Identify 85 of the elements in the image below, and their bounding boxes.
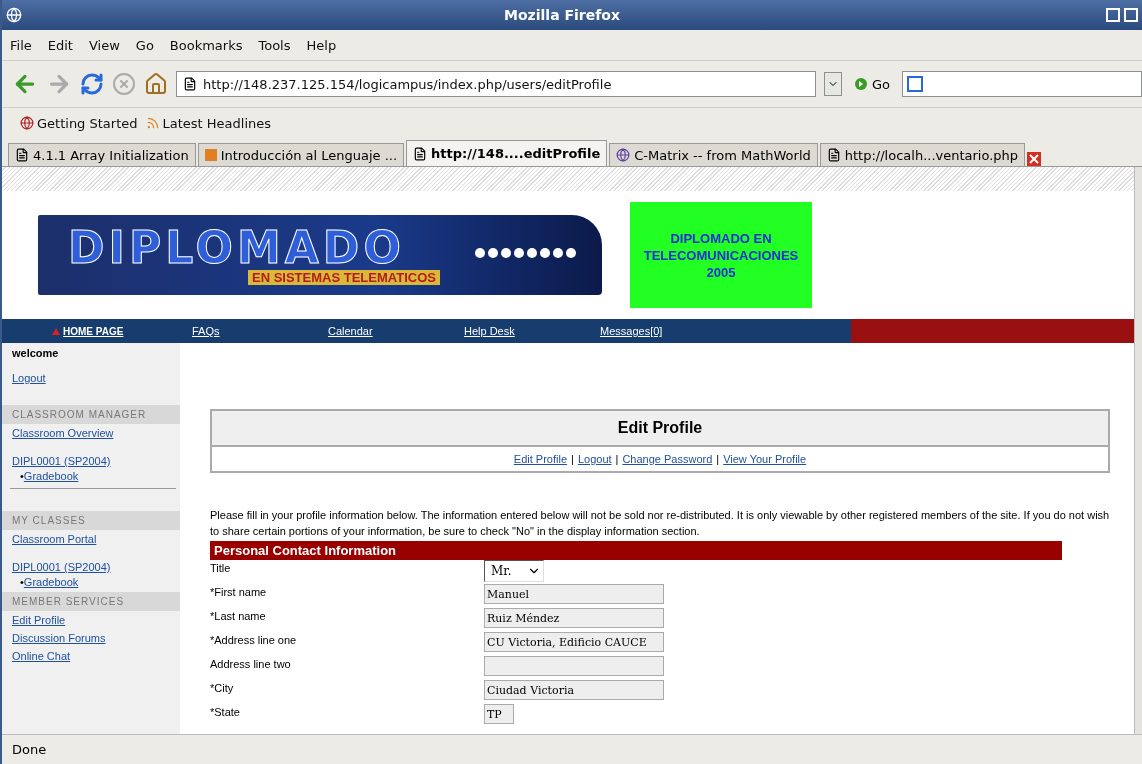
- sidebar-link[interactable]: Edit Profile: [2, 611, 76, 629]
- field-label: *Address line one: [210, 633, 298, 646]
- bullet-mark: •: [20, 470, 24, 482]
- intro-text: Please fill in your profile information below. The information entered below will not be sold nor re-distributed. It is only viewable by other registered members of the site. If you do not wish to share certain portions of your information, be sure to check "No" in the display information section.: [210, 508, 1110, 539]
- history-dropdown[interactable]: [824, 72, 842, 96]
- menu-item[interactable]: File: [10, 37, 32, 53]
- field-label: *Last name: [210, 609, 267, 622]
- close-tab-icon[interactable]: [1027, 152, 1042, 166]
- sidebar-link[interactable]: Classroom Overview: [2, 424, 124, 442]
- sidebar-link[interactable]: Gradebook: [23, 470, 79, 482]
- rss-icon: [145, 116, 160, 130]
- sidebar-link[interactable]: DIPL0001 (SP2004): [2, 452, 121, 470]
- nav-link[interactable]: HOME PAGE: [52, 325, 192, 337]
- sidebar-link[interactable]: Discussion Forums: [2, 629, 116, 647]
- section-heading: MY CLASSES: [2, 511, 180, 530]
- sidebar-link[interactable]: DIPL0001 (SP2004): [2, 558, 121, 576]
- text-field[interactable]: Ruiz Méndez: [484, 608, 664, 628]
- globe-icon: [20, 116, 34, 130]
- window-title: Mozilla Firefox: [503, 7, 621, 23]
- title-dropdown[interactable]: Mr.: [484, 560, 544, 582]
- profile-link[interactable]: Change Password: [622, 453, 713, 465]
- menu-item[interactable]: Edit: [47, 37, 73, 53]
- logout-link[interactable]: Logout: [2, 369, 56, 387]
- field-label: Address line two: [210, 657, 292, 670]
- play-icon: [854, 77, 868, 91]
- nav-link[interactable]: Calendar: [328, 325, 464, 337]
- status-text: Done: [12, 742, 47, 757]
- section-header: Personal Contact Information: [210, 541, 1062, 560]
- menu-item[interactable]: Tools: [258, 37, 291, 53]
- field-label: *State: [210, 705, 241, 718]
- sidebar-link[interactable]: Gradebook: [23, 576, 79, 588]
- menu-item[interactable]: Help: [306, 37, 337, 53]
- nav-link[interactable]: FAQs: [192, 325, 328, 337]
- browser-tab[interactable]: 4.1.1 Array Initialization: [8, 143, 196, 166]
- globe-icon: [616, 148, 631, 162]
- sidebar-link[interactable]: Classroom Portal: [2, 530, 107, 548]
- nav-link[interactable]: Help Desk: [464, 325, 600, 337]
- bullet-mark: •: [20, 576, 24, 588]
- profile-link[interactable]: View Your Profile: [723, 453, 807, 465]
- favicon-icon: [204, 149, 217, 161]
- site-logo: DIPLOMADO EN SISTEMAS TELEMATICOS: [38, 215, 602, 295]
- stop-icon[interactable]: [112, 72, 136, 96]
- text-field[interactable]: CU Victoria, Edificio CAUCE: [484, 632, 664, 652]
- profile-link[interactable]: Edit Profile: [513, 453, 568, 465]
- link-separator: |: [615, 453, 619, 465]
- nav-link[interactable]: Messages[0]: [600, 325, 736, 337]
- field-label: *City: [210, 681, 235, 694]
- scrollbar[interactable]: [1134, 167, 1142, 734]
- section-heading: CLASSROOM MANAGER: [2, 405, 180, 424]
- field-label: *First name: [210, 585, 268, 598]
- link-separator: |: [716, 453, 720, 465]
- page-icon: [15, 148, 29, 162]
- address-field[interactable]: http://148.237.125.154/logicampus/index.php/users/editProfile: [176, 71, 816, 97]
- browser-tab[interactable]: C-Matrix -- from MathWorld: [609, 143, 818, 166]
- text-field[interactable]: Ciudad Victoria: [484, 680, 664, 700]
- text-field[interactable]: Manuel: [484, 584, 664, 604]
- page-icon: [183, 77, 197, 91]
- browser-tab[interactable]: http://localh...ventario.php: [819, 143, 1026, 166]
- page-icon: [826, 148, 841, 162]
- text-field[interactable]: [484, 656, 664, 676]
- minimize-button[interactable]: [1106, 8, 1120, 22]
- text-field[interactable]: TP: [484, 704, 514, 724]
- menu-item[interactable]: Go: [135, 37, 154, 53]
- browser-tab[interactable]: http://148....editProfile: [406, 140, 608, 166]
- home-icon[interactable]: [144, 72, 168, 96]
- search-engine-icon: [907, 76, 924, 92]
- welcome-text: welcome: [11, 346, 60, 361]
- maximize-button[interactable]: [1124, 8, 1138, 22]
- go-button[interactable]: Go: [850, 76, 895, 92]
- section-heading: MEMBER SERVICES: [2, 592, 180, 611]
- field-label: Title: [210, 561, 232, 574]
- promo-banner: DIPLOMADO EN TELECOMUNICACIONES 2005: [630, 202, 812, 308]
- browser-tab[interactable]: Introducción al Lenguaje ...: [197, 143, 405, 166]
- menu-item[interactable]: View: [88, 37, 120, 53]
- menu-item[interactable]: Bookmarks: [169, 37, 243, 53]
- page-icon: [413, 146, 428, 161]
- profile-link[interactable]: Logout: [577, 453, 612, 465]
- reload-icon[interactable]: [80, 72, 104, 96]
- search-field[interactable]: [902, 71, 1142, 97]
- browser-icon: [6, 7, 22, 23]
- panel-title: Edit Profile: [212, 411, 1108, 447]
- bookmark-link[interactable]: Latest Headlines: [145, 115, 272, 131]
- sidebar-link[interactable]: Online Chat: [2, 647, 81, 665]
- link-separator: |: [571, 453, 574, 465]
- bookmark-link[interactable]: Getting Started: [20, 115, 138, 131]
